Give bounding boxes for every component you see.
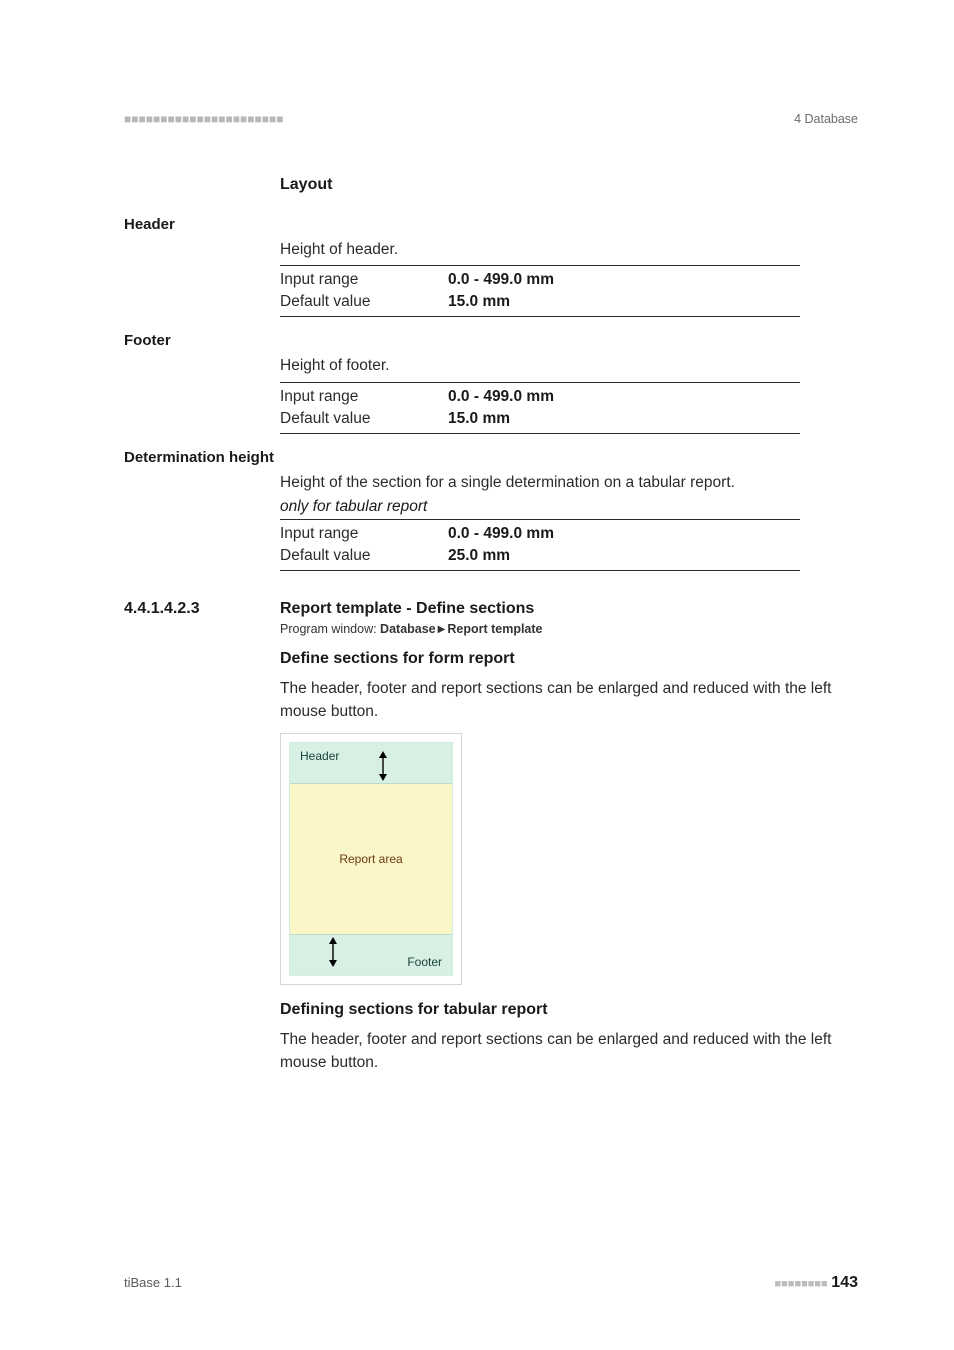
param-label: Default value — [280, 408, 448, 430]
table-row: Default value 25.0 mm — [280, 545, 858, 567]
diagram-inner: Header Report area — [289, 742, 453, 976]
param-value: 0.0 - 499.0 mm — [448, 523, 858, 545]
section-title: Report template - Define sections — [280, 600, 534, 617]
table-row: Input range 0.0 - 499.0 mm — [280, 386, 858, 408]
param-value: 15.0 mm — [448, 291, 858, 313]
footer-params-table: Input range 0.0 - 499.0 mm Default value… — [280, 386, 858, 430]
diagram-header-section: Header — [290, 743, 452, 784]
rule — [280, 316, 800, 317]
progwin-report-template: Report template — [447, 622, 542, 636]
diagram-header-label: Header — [300, 749, 339, 763]
table-row: Default value 15.0 mm — [280, 291, 858, 313]
program-window-line: Program window: Database▶Report template — [280, 622, 858, 636]
resize-arrow-icon — [376, 751, 390, 781]
progwin-prefix: Program window: — [280, 622, 380, 636]
diagram-footer-label: Footer — [407, 955, 442, 969]
param-label: Default value — [280, 545, 448, 567]
page-number: 143 — [831, 1274, 858, 1291]
determination-note: only for tabular report — [280, 498, 858, 516]
param-label: Default value — [280, 291, 448, 313]
table-row: Input range 0.0 - 499.0 mm — [280, 269, 858, 291]
section-number: 4.4.1.4.2.3 — [124, 600, 200, 617]
param-value: 0.0 - 499.0 mm — [448, 386, 858, 408]
resize-arrow-icon — [326, 937, 340, 967]
param-value: 0.0 - 499.0 mm — [448, 269, 858, 291]
footer-desc: Height of footer. — [280, 355, 858, 377]
tabular-report-body: The header, footer and report sections c… — [280, 1029, 858, 1074]
param-label: Input range — [280, 386, 448, 408]
breadcrumb-separator-icon: ▶ — [438, 624, 446, 635]
determination-desc: Height of the section for a single deter… — [280, 472, 858, 494]
subheading-form-report: Define sections for form report — [280, 650, 858, 668]
header-params-table: Input range 0.0 - 499.0 mm Default value… — [280, 269, 858, 313]
rule — [280, 519, 800, 520]
running-header: ■■■■■■■■■■■■■■■■■■■■■■ 4 Database — [124, 112, 858, 126]
param-value: 25.0 mm — [448, 545, 858, 567]
determination-params-table: Input range 0.0 - 499.0 mm Default value… — [280, 523, 858, 567]
diagram-footer-section: Footer — [290, 934, 452, 975]
header-chapter: 4 Database — [794, 112, 858, 126]
progwin-database: Database — [380, 622, 436, 636]
param-value: 15.0 mm — [448, 408, 858, 430]
product-name: tiBase 1.1 — [124, 1275, 182, 1290]
layout-heading: Layout — [280, 176, 858, 194]
param-label: Input range — [280, 523, 448, 545]
subheading-tabular-report: Defining sections for tabular report — [280, 1001, 858, 1019]
determination-sidehead: Determination height — [124, 449, 274, 466]
running-footer: tiBase 1.1 ■■■■■■■■ 143 — [124, 1274, 858, 1292]
footer-sidehead: Footer — [124, 332, 280, 349]
table-row: Input range 0.0 - 499.0 mm — [280, 523, 858, 545]
rule — [280, 265, 800, 266]
rule — [280, 570, 800, 571]
table-row: Default value 15.0 mm — [280, 408, 858, 430]
param-label: Input range — [280, 269, 448, 291]
footer-dashes: ■■■■■■■■ — [775, 1278, 828, 1290]
header-dashes: ■■■■■■■■■■■■■■■■■■■■■■ — [124, 112, 283, 126]
form-report-diagram: Header Report area — [280, 733, 462, 985]
rule — [280, 433, 800, 434]
form-report-body: The header, footer and report sections c… — [280, 678, 858, 723]
header-desc: Height of header. — [280, 239, 858, 261]
diagram-report-label: Report area — [339, 852, 402, 866]
diagram-report-area: Report area — [290, 784, 452, 934]
footer-right: ■■■■■■■■ 143 — [775, 1274, 858, 1292]
header-sidehead: Header — [124, 216, 280, 233]
rule — [280, 382, 800, 383]
